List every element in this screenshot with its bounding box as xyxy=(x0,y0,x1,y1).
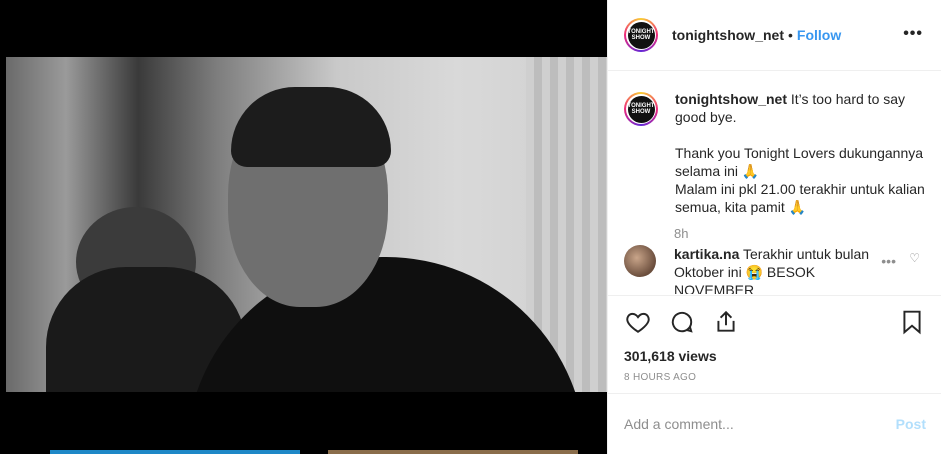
follow-button[interactable]: Follow xyxy=(797,27,841,43)
comment-like-icon[interactable]: ♡ xyxy=(909,251,920,265)
caption-username[interactable]: tonightshow_net xyxy=(675,91,787,107)
post-username[interactable]: tonightshow_net xyxy=(672,27,784,43)
post-header: TONIGHT SHOW tonightshow_net • Follow ••… xyxy=(608,0,941,71)
caption-avatar[interactable]: TONIGHT SHOW xyxy=(624,92,658,126)
comment-more-icon[interactable]: ••• xyxy=(881,253,896,269)
main-person-hair xyxy=(231,87,391,167)
post-timestamp[interactable]: 8 HOURS AGO xyxy=(624,372,926,383)
comment-icon[interactable] xyxy=(668,308,696,336)
separator-dot: • xyxy=(788,27,793,43)
video-frame[interactable] xyxy=(6,57,607,392)
caption: TONIGHT SHOW tonightshow_net It’s too ha… xyxy=(624,90,926,216)
add-comment-bar: Post xyxy=(608,393,941,454)
caption-line-2: Thank you Tonight Lovers dukungannya sel… xyxy=(675,145,924,179)
more-options-icon[interactable]: ••• xyxy=(903,25,923,43)
post-sidebar: TONIGHT SHOW tonightshow_net • Follow ••… xyxy=(607,0,941,454)
video-player[interactable] xyxy=(6,0,607,454)
post-button[interactable]: Post xyxy=(896,416,926,432)
commenter-avatar[interactable] xyxy=(624,245,656,277)
action-icons xyxy=(624,308,926,336)
share-icon[interactable] xyxy=(712,308,740,336)
caption-timestamp[interactable]: 8h xyxy=(674,226,926,241)
caption-line-3: Malam ini pkl 21.00 terakhir untuk kalia… xyxy=(675,181,925,215)
avatar-logo: TONIGHT SHOW xyxy=(627,21,655,49)
avatar[interactable]: TONIGHT SHOW xyxy=(624,18,658,52)
heart-icon[interactable] xyxy=(624,308,652,336)
commenter-username[interactable]: kartika.na xyxy=(674,246,739,262)
post-actions: 301,618 views 8 HOURS AGO xyxy=(608,295,941,393)
thumbnail-strip xyxy=(6,450,607,454)
caption-text: tonightshow_net It’s too hard to say goo… xyxy=(675,91,925,215)
comments-section[interactable]: TONIGHT SHOW tonightshow_net It’s too ha… xyxy=(608,72,941,294)
comment-text: kartika.na Terakhir untuk bulan Oktober … xyxy=(674,246,870,294)
comment-input[interactable] xyxy=(624,416,896,432)
bookmark-icon[interactable] xyxy=(898,308,926,336)
view-count[interactable]: 301,618 views xyxy=(624,348,926,364)
comment-item: kartika.na Terakhir untuk bulan Oktober … xyxy=(624,245,926,294)
